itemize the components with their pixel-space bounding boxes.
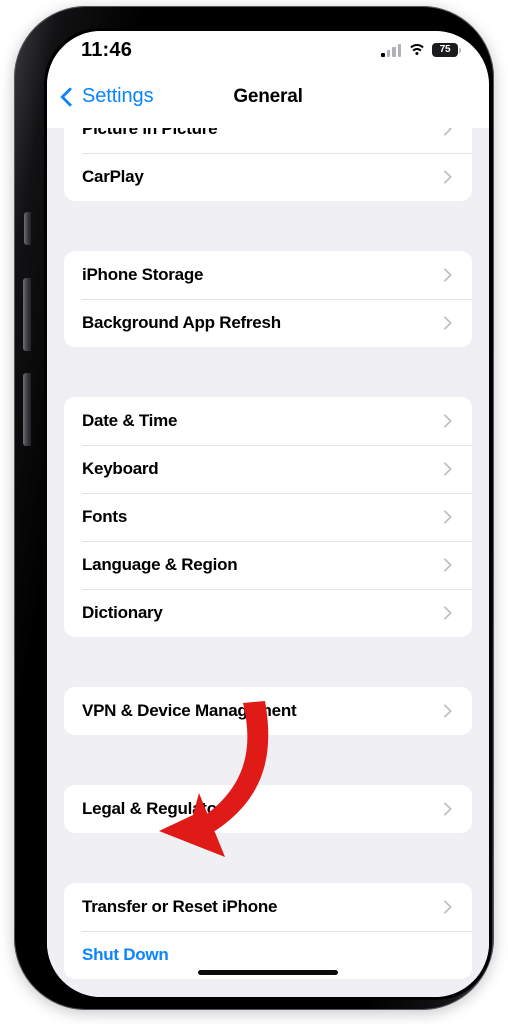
list-item-label: Shut Down bbox=[82, 945, 169, 964]
settings-group-management: VPN & Device Management bbox=[64, 687, 472, 735]
list-item-label: CarPlay bbox=[82, 167, 144, 186]
list-item[interactable]: Background App Refresh bbox=[64, 299, 472, 347]
list-item-label: Keyboard bbox=[82, 459, 159, 478]
settings-group-media: Picture in Picture CarPlay bbox=[64, 128, 472, 201]
settings-group-locale: Date & Time Keyboard Fonts Language & Regio… bbox=[64, 397, 472, 637]
chevron-right-icon bbox=[437, 703, 453, 719]
wifi-icon bbox=[407, 43, 426, 57]
status-bar: 11:46 75 bbox=[47, 31, 489, 76]
list-item[interactable]: Language & Region bbox=[64, 541, 472, 589]
list-item[interactable]: Transfer or Reset iPhone bbox=[64, 883, 472, 931]
settings-list[interactable]: Picture in Picture CarPlay iPhone Storage B… bbox=[47, 128, 489, 997]
list-item-label: Picture in Picture bbox=[82, 128, 218, 138]
list-item[interactable]: Keyboard bbox=[64, 445, 472, 493]
list-item[interactable]: CarPlay bbox=[64, 153, 472, 201]
list-item-label: Language & Region bbox=[82, 555, 238, 574]
battery-percent-label: 75 bbox=[439, 44, 451, 55]
chevron-right-icon bbox=[437, 557, 453, 573]
home-indicator bbox=[198, 970, 338, 975]
chevron-right-icon bbox=[437, 461, 453, 477]
chevron-right-icon bbox=[437, 605, 453, 621]
list-item[interactable]: iPhone Storage bbox=[64, 251, 472, 299]
volume-up-button[interactable] bbox=[23, 278, 31, 351]
list-item-label: Background App Refresh bbox=[82, 313, 281, 332]
chevron-right-icon bbox=[437, 169, 453, 185]
chevron-right-icon bbox=[437, 315, 453, 331]
list-item[interactable]: Fonts bbox=[64, 493, 472, 541]
settings-group-reset: Transfer or Reset iPhone Shut Down bbox=[64, 883, 472, 979]
list-item[interactable]: VPN & Device Management bbox=[64, 687, 472, 735]
list-item-label: Fonts bbox=[82, 507, 128, 526]
battery-icon: 75 bbox=[432, 43, 461, 57]
phone-frame: 11:46 75 Settings General Picture in Pic… bbox=[14, 6, 494, 1010]
phone-screen: 11:46 75 Settings General Picture in Pic… bbox=[47, 31, 489, 997]
list-item-label: Legal & Regulatory bbox=[82, 799, 233, 818]
list-item-label: iPhone Storage bbox=[82, 265, 204, 284]
chevron-right-icon bbox=[437, 413, 453, 429]
volume-down-button[interactable] bbox=[23, 373, 31, 446]
status-bar-indicators: 75 bbox=[381, 43, 461, 57]
list-item[interactable]: Picture in Picture bbox=[64, 128, 472, 153]
settings-group-storage: iPhone Storage Background App Refresh bbox=[64, 251, 472, 347]
chevron-right-icon bbox=[437, 267, 453, 283]
list-item-label: Transfer or Reset iPhone bbox=[82, 897, 278, 916]
list-item[interactable]: Dictionary bbox=[64, 589, 472, 637]
list-item-label: Date & Time bbox=[82, 411, 178, 430]
list-item-label: Dictionary bbox=[82, 603, 163, 622]
chevron-right-icon bbox=[437, 128, 453, 137]
cellular-signal-icon bbox=[381, 43, 401, 57]
chevron-right-icon bbox=[437, 509, 453, 525]
list-item-label: VPN & Device Management bbox=[82, 701, 297, 720]
list-item[interactable]: Legal & Regulatory bbox=[64, 785, 472, 833]
navigation-bar: Settings General bbox=[47, 76, 489, 128]
chevron-right-icon bbox=[437, 899, 453, 915]
status-bar-time: 11:46 bbox=[81, 39, 133, 61]
mute-switch-button[interactable] bbox=[24, 212, 31, 245]
screenshot-root: 11:46 75 Settings General Picture in Pic… bbox=[0, 0, 508, 1024]
chevron-right-icon bbox=[437, 801, 453, 817]
settings-group-legal: Legal & Regulatory bbox=[64, 785, 472, 833]
list-item[interactable]: Date & Time bbox=[64, 397, 472, 445]
page-title: General bbox=[233, 86, 303, 107]
